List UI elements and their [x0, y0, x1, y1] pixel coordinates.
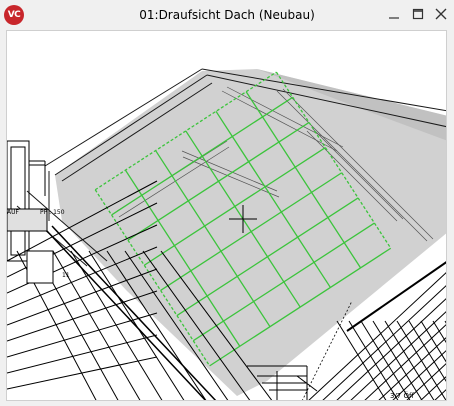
maximize-button[interactable]	[409, 5, 427, 23]
framing-line	[350, 311, 446, 400]
framing-line	[7, 356, 158, 390]
drawing-viewport[interactable]: PP : 150 AUF 3/7 Öff 11	[6, 30, 447, 401]
label-11: 11	[62, 272, 70, 279]
framing-line	[336, 298, 446, 400]
framing-line	[372, 320, 423, 400]
close-icon	[435, 8, 447, 20]
close-button[interactable]	[432, 5, 450, 23]
framing-line	[7, 334, 158, 374]
application-window: VC 01:Draufsicht Dach (Neubau) PP: 150 …	[0, 0, 454, 406]
label-fixing-note: 3/7 Öff	[390, 391, 414, 400]
minimize-button[interactable]	[385, 5, 403, 23]
framing-line	[7, 290, 158, 342]
framing-box	[26, 250, 54, 284]
framing-line	[360, 320, 411, 400]
title-bar[interactable]: VC 01:Draufsicht Dach (Neubau)	[0, 0, 454, 30]
label-pp: PP : 150	[40, 209, 65, 216]
maximize-icon	[412, 8, 424, 20]
minimize-icon	[389, 17, 399, 19]
framing-line	[7, 312, 158, 358]
roof-plan-drawing[interactable]: PP : 150 AUF 3/7 Öff 11	[7, 31, 447, 401]
label-auf: AUF	[7, 209, 19, 216]
